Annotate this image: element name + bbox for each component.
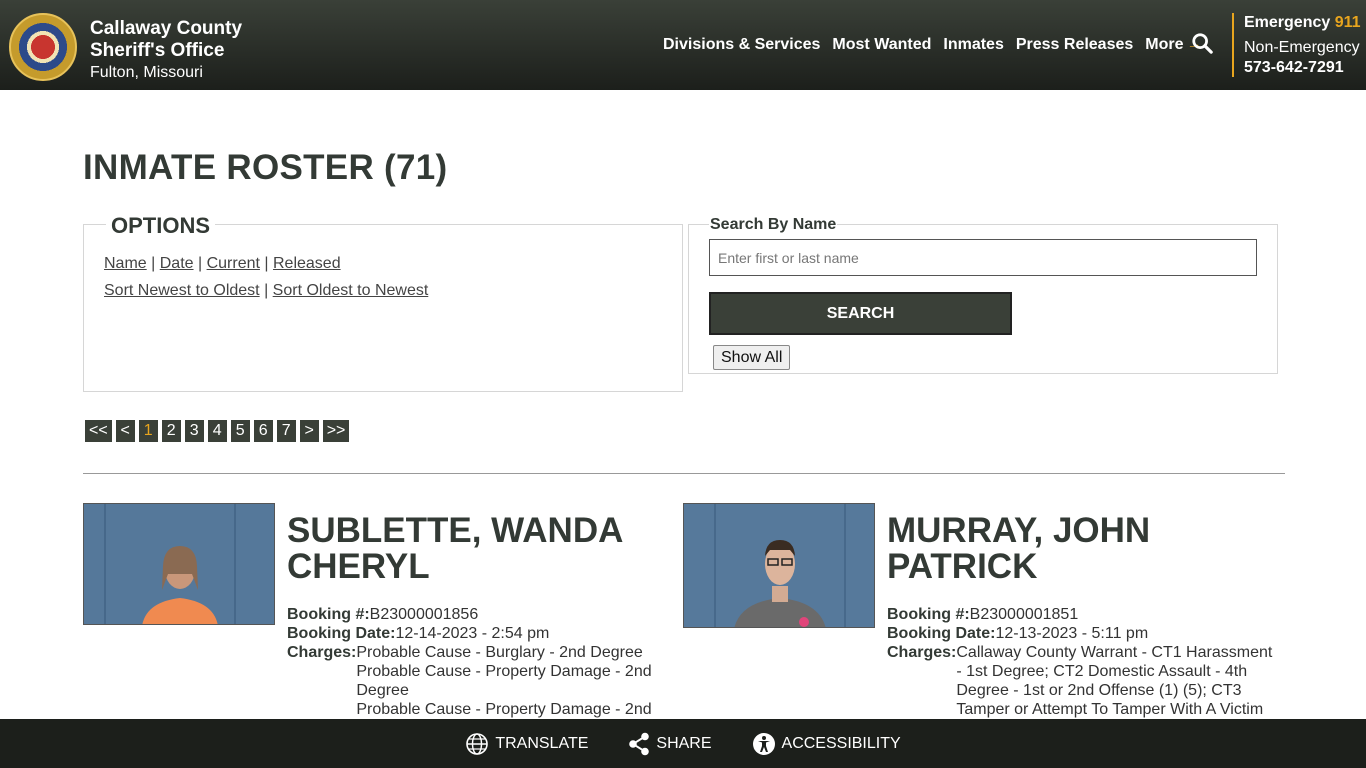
booking-date: 12-14-2023 - 2:54 pm — [395, 625, 550, 642]
translate-label: TRANSLATE — [495, 734, 589, 752]
nav-more-label: More — [1145, 36, 1184, 53]
pager-page-2[interactable]: 2 — [161, 420, 181, 442]
charge-item: Probable Cause - Burglary - 2nd Degree — [356, 644, 643, 661]
emergency-line[interactable]: Emergency 911 — [1244, 13, 1361, 33]
main-nav: Divisions & Services Most Wanted Inmates… — [663, 35, 1215, 55]
booking-number-label: Booking #: — [287, 606, 370, 623]
brand-title-line2: Sheriff's Office — [90, 40, 225, 61]
non-emergency-label: Non-Emergency — [1244, 39, 1360, 56]
booking-date-row: Booking Date:12-14-2023 - 2:54 pm — [287, 624, 677, 643]
footer-toolbar: TRANSLATE SHARE ACCESSIBILITY — [0, 719, 1366, 768]
search-input[interactable] — [709, 239, 1257, 276]
booking-number: B23000001851 — [969, 606, 1079, 623]
accessibility-button[interactable]: ACCESSIBILITY — [752, 732, 901, 756]
sort-date-link[interactable]: Date — [160, 255, 194, 272]
inmate-name[interactable]: SUBLETTE, WANDA CHERYL — [287, 513, 667, 585]
charge-item: Probable Cause - Property Damage - 2nd — [356, 701, 652, 718]
inmate-photo[interactable] — [83, 503, 275, 625]
brand-title-line1: Callaway County — [90, 18, 243, 39]
sort-newest-link[interactable]: Sort Newest to Oldest — [104, 282, 260, 299]
charge-item: Probable Cause - Property Damage - 2nd D… — [356, 663, 652, 699]
pager-page-6[interactable]: 6 — [253, 420, 273, 442]
booking-date: 12-13-2023 - 5:11 pm — [995, 625, 1149, 642]
pager-first[interactable]: << — [85, 420, 112, 442]
pager-page-7[interactable]: 7 — [276, 420, 296, 442]
charges-label: Charges: — [287, 644, 357, 661]
divider — [83, 473, 1285, 474]
sort-oldest-link[interactable]: Sort Oldest to Newest — [273, 282, 429, 299]
booking-number-row: Booking #:B23000001856 — [287, 605, 677, 624]
booking-number-row: Booking #:B23000001851 — [887, 605, 1277, 624]
site-header: Callaway County Sheriff's Office Fulton,… — [0, 0, 1366, 90]
booking-date-row: Booking Date:12-13-2023 - 5:11 pm — [887, 624, 1277, 643]
share-icon — [629, 732, 650, 755]
share-button[interactable]: SHARE — [628, 732, 712, 756]
globe-icon — [466, 732, 489, 755]
pager-page-3[interactable]: 3 — [184, 420, 204, 442]
brand-location: Fulton, Missouri — [90, 64, 203, 81]
pager-last[interactable]: >> — [322, 420, 350, 442]
sheriff-seal-logo[interactable] — [9, 13, 77, 81]
filter-released-link[interactable]: Released — [273, 255, 341, 272]
sort-name-link[interactable]: Name — [104, 255, 147, 272]
accessibility-icon — [752, 732, 775, 755]
charges-row: Charges: Probable Cause - Burglary - 2nd… — [287, 643, 677, 719]
brand-block[interactable]: Callaway County Sheriff's Office Fulton,… — [90, 18, 242, 84]
inmate-name[interactable]: MURRAY, JOHN PATRICK — [887, 513, 1267, 585]
pagination: << < 1 2 3 4 5 6 7 > >> — [85, 420, 350, 442]
page-title: INMATE ROSTER (71) — [83, 148, 448, 187]
booking-date-label: Booking Date: — [887, 625, 996, 642]
nav-press-releases[interactable]: Press Releases — [1016, 35, 1133, 55]
translate-button[interactable]: TRANSLATE — [465, 732, 588, 756]
charges-label: Charges: — [887, 644, 957, 661]
nav-inmates[interactable]: Inmates — [943, 35, 1003, 55]
charges-list: Probable Cause - Burglary - 2nd Degree P… — [356, 643, 677, 719]
charges-row: Charges: Callaway County Warrant - CT1 H… — [887, 643, 1277, 719]
share-label: SHARE — [656, 734, 712, 752]
charge-item: Callaway County Warrant - CT1 Harassment… — [956, 644, 1273, 718]
emergency-number: 911 — [1334, 14, 1361, 31]
show-all-button[interactable]: Show All — [713, 345, 791, 370]
nav-divisions-services[interactable]: Divisions & Services — [663, 35, 820, 55]
pager-prev[interactable]: < — [115, 420, 135, 442]
options-panel: OPTIONS Name | Date | Current | Released… — [83, 213, 683, 392]
accessibility-label: ACCESSIBILITY — [781, 734, 901, 752]
search-button[interactable]: SEARCH — [709, 292, 1012, 335]
inmate-photo[interactable] — [683, 503, 875, 628]
sort-by-links: Name | Date | Current | Released — [104, 255, 341, 272]
search-icon[interactable] — [1191, 32, 1213, 54]
non-emergency-number[interactable]: 573-642-7291 — [1244, 58, 1361, 78]
sort-order-links: Sort Newest to Oldest | Sort Oldest to N… — [104, 282, 429, 299]
search-panel: Search By Name SEARCH Show All — [688, 216, 1278, 374]
pager-page-1[interactable]: 1 — [138, 420, 158, 442]
pager-page-4[interactable]: 4 — [207, 420, 227, 442]
pager-next[interactable]: > — [299, 420, 319, 442]
inmate-details: Booking #:B23000001851 Booking Date:12-1… — [887, 605, 1277, 719]
inmate-details: Booking #:B23000001856 Booking Date:12-1… — [287, 605, 677, 719]
emergency-label: Emergency — [1244, 14, 1331, 31]
pager-page-5[interactable]: 5 — [230, 420, 250, 442]
booking-number-label: Booking #: — [887, 606, 970, 623]
booking-date-label: Booking Date: — [287, 625, 396, 642]
booking-number: B23000001856 — [369, 606, 479, 623]
search-label: Search By Name — [709, 216, 838, 234]
filter-current-link[interactable]: Current — [207, 255, 260, 272]
options-legend: OPTIONS — [106, 213, 216, 239]
nav-most-wanted[interactable]: Most Wanted — [832, 35, 931, 55]
contact-numbers: Emergency 911 Non-Emergency 573-642-7291 — [1232, 13, 1361, 77]
charges-list: Callaway County Warrant - CT1 Harassment… — [956, 643, 1277, 719]
